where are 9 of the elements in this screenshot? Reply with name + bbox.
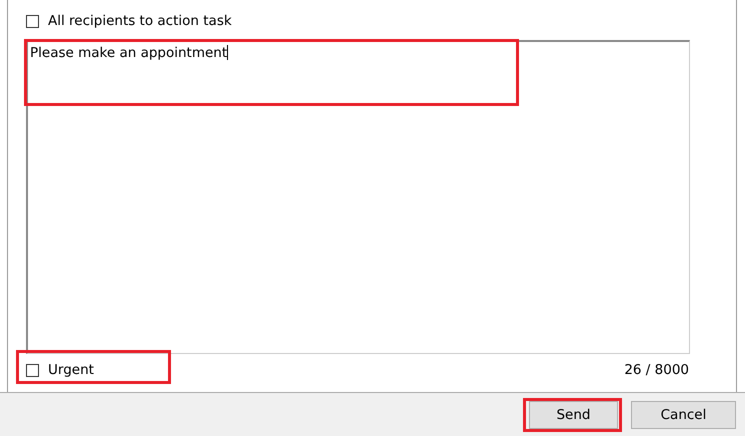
checkbox-label: Urgent	[48, 362, 94, 378]
cancel-button[interactable]: Cancel	[631, 400, 736, 428]
checkbox-label: All recipients to action task	[48, 13, 232, 29]
checkbox[interactable]	[26, 364, 39, 376]
message-text: Please make an appointment	[30, 45, 228, 61]
send-button[interactable]: Send	[529, 400, 618, 428]
checkbox[interactable]	[26, 14, 39, 28]
message-field[interactable]: Please make an appointment	[26, 40, 690, 354]
character-count: 26 / 8000	[624, 362, 689, 378]
